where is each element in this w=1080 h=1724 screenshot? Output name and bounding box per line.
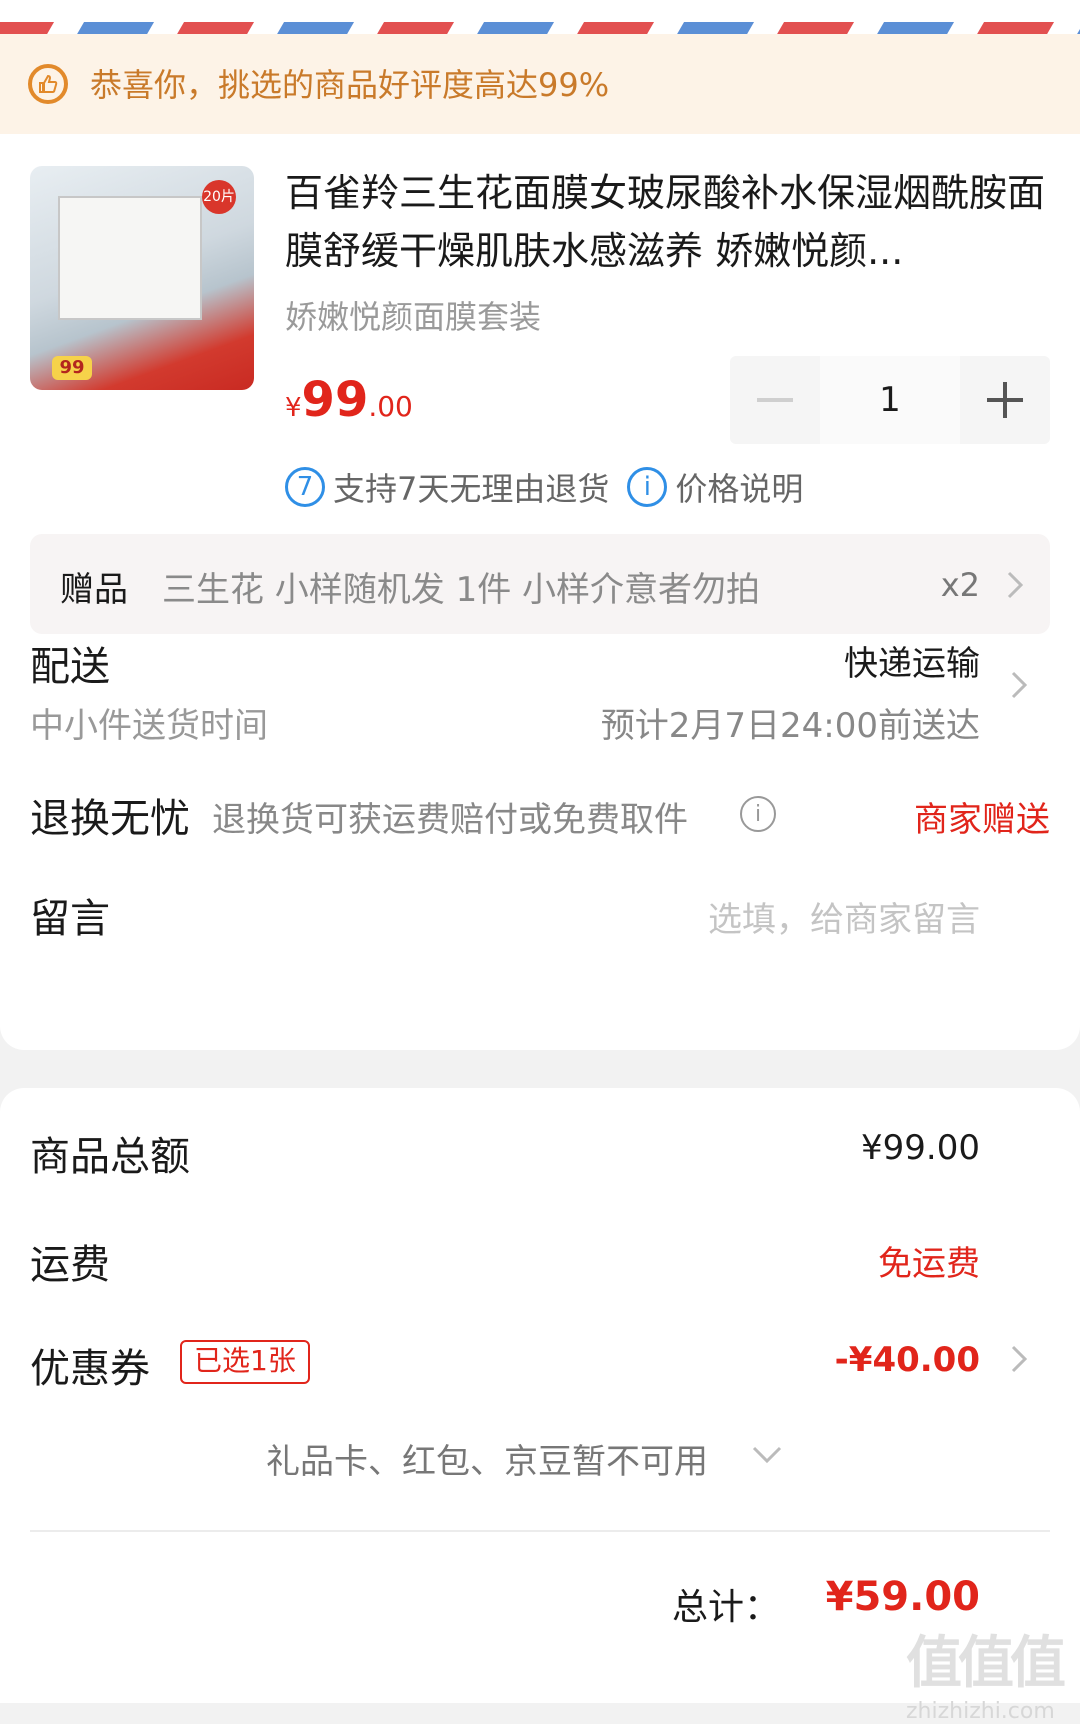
product-image[interactable]: 20片 99 [30, 166, 254, 390]
gift-value: 三生花 小样随机发 1件 小样介意者勿拍 [162, 570, 761, 610]
coupon-value[interactable]: -¥40.00 [835, 1340, 980, 1380]
increase-button[interactable] [960, 356, 1050, 444]
thumbs-up-icon [28, 64, 68, 104]
goods-total-label: 商品总额 [30, 1134, 190, 1180]
watermark-logo: 值值值 [906, 1631, 1066, 1696]
coupon-selected-tag: 已选1张 [180, 1340, 310, 1384]
service-tags: 7 支持7天无理由退货 i 价格说明 [285, 464, 803, 510]
returns-label: 退换无忧 [30, 796, 190, 842]
coupon-label: 优惠券 [30, 1346, 150, 1392]
delivery-time-label: 中小件送货时间 [30, 706, 268, 746]
return-policy-text[interactable]: 支持7天无理由退货 [333, 464, 609, 510]
product-image-corner: 20片 [202, 180, 236, 214]
gift-row[interactable]: 赠品 三生花 小样随机发 1件 小样介意者勿拍 x2 [30, 534, 1050, 634]
goods-total-value: ¥99.00 [861, 1128, 980, 1168]
info-icon: i [627, 467, 668, 507]
shipping-label: 运费 [30, 1242, 110, 1288]
price-symbol: ¥ [285, 393, 302, 423]
site-watermark: 值值值 zhizhizhi.com [906, 1618, 1066, 1724]
seven-day-return-icon: 7 [285, 467, 325, 507]
order-summary-card: 商品总额 ¥99.00 运费 免运费 优惠券 已选1张 -¥40.00 礼品卡、… [0, 1088, 1080, 1724]
delivery-eta: 预计2月7日24:00前送达 [600, 706, 980, 746]
plus-icon [987, 382, 1023, 418]
message-input[interactable]: 选填，给商家留言 [708, 892, 980, 941]
delivery-chevron-icon[interactable] [1010, 670, 1028, 700]
order-item-card: 恭喜你，挑选的商品好评度高达99% 20片 99 百雀羚三生花面膜女玻尿酸补水保… [0, 34, 1080, 1050]
gift-label: 赠品 [60, 570, 128, 610]
quantity-stepper: 1 [730, 356, 1050, 444]
product-image-box [58, 196, 202, 320]
decrease-button[interactable] [730, 356, 820, 444]
price-integer: 99 [301, 372, 369, 428]
total-label: 总计： [671, 1587, 780, 1628]
delivery-method[interactable]: 快递运输 [844, 636, 980, 685]
product-title[interactable]: 百雀羚三生花面膜女玻尿酸补水保湿烟酰胺面膜舒缓干燥肌肤水感滋养 娇嫩悦颜... [285, 164, 1045, 280]
product-image-badge: 99 [52, 356, 92, 380]
total-value: ¥59.00 [825, 1574, 980, 1620]
price-decimal: .00 [368, 390, 413, 423]
delivery-label: 配送 [30, 644, 110, 690]
rating-notice-bar: 恭喜你，挑选的商品好评度高达99% [0, 34, 1080, 134]
rating-notice-text: 恭喜你，挑选的商品好评度高达99% [90, 66, 610, 104]
gift-count: x2 [940, 566, 980, 604]
coupon-chevron-icon[interactable] [1010, 1344, 1028, 1374]
chevron-down-icon[interactable] [752, 1446, 782, 1464]
price-note-link[interactable]: 价格说明 [675, 464, 803, 510]
unavailable-assets-text[interactable]: 礼品卡、红包、京豆暂不可用 [266, 1434, 708, 1483]
message-label: 留言 [30, 896, 110, 942]
product-spec: 娇嫩悦颜面膜套装 [285, 298, 542, 336]
airmail-border [0, 0, 1080, 34]
returns-desc: 退换货可获运费赔付或免费取件 [212, 800, 688, 840]
returns-value: 商家赠送 [914, 800, 1050, 840]
chevron-right-icon [1007, 571, 1024, 599]
quantity-value[interactable]: 1 [820, 356, 960, 444]
returns-info-icon[interactable]: i [740, 796, 776, 832]
product-price: ¥99.00 [285, 372, 413, 428]
shipping-value: 免运费 [878, 1244, 980, 1284]
minus-icon [757, 398, 793, 402]
summary-divider [30, 1530, 1050, 1532]
